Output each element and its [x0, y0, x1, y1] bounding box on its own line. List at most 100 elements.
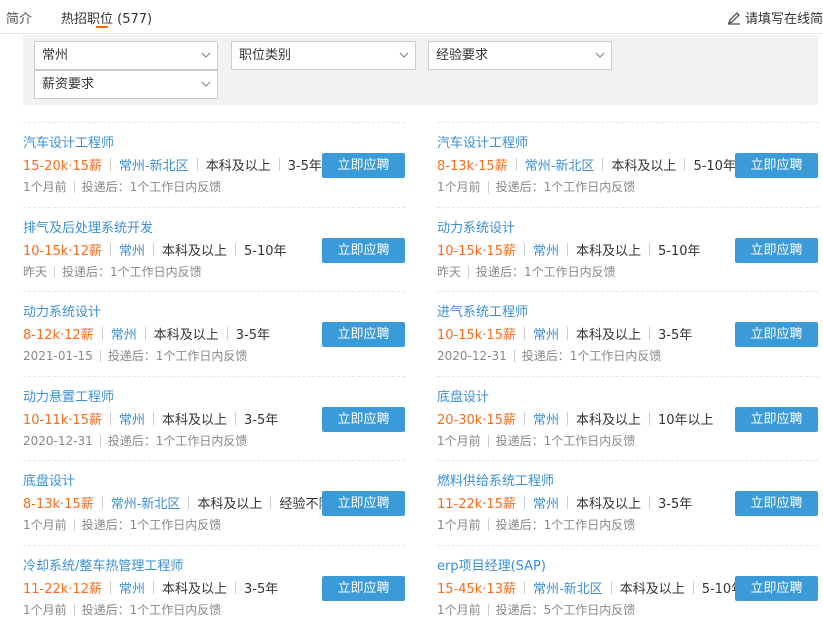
job-title[interactable]: 动力悬置工程师 [23, 386, 114, 405]
divider [109, 158, 111, 171]
experience-select[interactable]: 经验要求 [428, 41, 612, 70]
job-location[interactable]: 常州 [111, 324, 137, 343]
job-sub-info: 昨天 投递后： 1个工作日内反馈 [23, 263, 202, 280]
job-education: 本科及以上 [162, 413, 228, 428]
job-posted-time: 1个月前 [23, 603, 67, 617]
job-salary: 8-12k·12薪 [23, 328, 94, 343]
active-tab-indicator [96, 26, 108, 28]
divider [468, 265, 470, 278]
job-education: 本科及以上 [576, 328, 642, 343]
job-meta: 10-15k·15薪 常州 本科及以上 3-5年 [437, 324, 692, 343]
apply-button[interactable]: 立即应聘 [735, 322, 818, 347]
job-sub-info: 1个月前 投递后： 1个工作日内反馈 [437, 432, 635, 449]
job-sub-info: 1个月前 投递后： 1个工作日内反馈 [23, 516, 221, 533]
job-title[interactable]: 动力系统设计 [23, 301, 101, 320]
apply-button[interactable]: 立即应聘 [735, 238, 818, 263]
job-location[interactable]: 常州-新北区 [533, 578, 603, 597]
job-experience: 3-5年 [287, 159, 322, 174]
job-title[interactable]: 进气系统工程师 [437, 301, 528, 320]
job-feedback: 1个工作日内反馈 [129, 603, 222, 617]
job-title[interactable]: 动力系统设计 [437, 217, 515, 236]
job-meta: 10-15k·12薪 常州 本科及以上 5-10年 [23, 240, 287, 259]
tab-hot-jobs[interactable]: 热招职位 (577) [61, 8, 152, 27]
job-card: 冷却系统/整车热管理工程师 11-22k·12薪 常州 本科及以上 3-5年 1个月前 投递… [23, 545, 405, 618]
job-meta: 8-13k·15薪 常州-新北区 本科及以上 经验不限 [23, 493, 331, 512]
job-feedback-prefix: 投递后： [81, 518, 130, 532]
job-feedback-prefix: 投递后： [495, 518, 544, 532]
job-salary: 15-20k·15薪 [23, 159, 102, 174]
job-title[interactable]: 排气及后处理系统开发 [23, 217, 153, 236]
apply-button[interactable]: 立即应聘 [735, 576, 818, 601]
divider [73, 518, 75, 531]
job-card: 动力系统设计 10-15k·15薪 常州 本科及以上 5-10年 昨天 投递后： 1个工作日内… [437, 207, 818, 292]
job-feedback-prefix: 投递后： [521, 349, 570, 363]
job-location[interactable]: 常州 [119, 409, 145, 428]
job-posted-time: 1个月前 [437, 180, 481, 194]
divider [649, 412, 651, 425]
job-location[interactable]: 常州 [533, 240, 559, 259]
divider [487, 434, 489, 447]
apply-button[interactable]: 立即应聘 [322, 153, 405, 178]
job-education: 本科及以上 [205, 159, 271, 174]
job-meta: 11-22k·15薪 常州 本科及以上 3-5年 [437, 493, 692, 512]
job-education: 本科及以上 [162, 244, 228, 259]
apply-button[interactable]: 立即应聘 [322, 322, 405, 347]
job-feedback: 1个工作日内反馈 [524, 265, 616, 279]
tab-intro[interactable]: 简介 [6, 8, 32, 27]
job-location[interactable]: 常州-新北区 [525, 155, 595, 174]
divider [487, 603, 489, 616]
job-card: 动力系统设计 8-12k·12薪 常州 本科及以上 3-5年 2021-01-15 投递后：… [23, 291, 405, 376]
apply-button[interactable]: 立即应聘 [735, 491, 818, 516]
divider [487, 180, 489, 193]
job-location[interactable]: 常州 [119, 578, 145, 597]
divider [226, 327, 228, 340]
job-card: 汽车设计工程师 15-20k·15薪 常州-新北区 本科及以上 3-5年 1个月前 投递后：… [23, 122, 405, 207]
job-title[interactable]: 底盘设计 [23, 470, 75, 489]
divider [99, 434, 101, 447]
category-select-value: 职位类别 [239, 48, 292, 63]
divider [602, 158, 604, 171]
job-title[interactable]: 汽车设计工程师 [23, 132, 114, 151]
divider [515, 158, 517, 171]
job-title[interactable]: 冷却系统/整车热管理工程师 [23, 555, 183, 574]
divider [567, 327, 568, 340]
job-salary: 10-15k·15薪 [437, 328, 516, 343]
job-feedback-prefix: 投递后： [476, 265, 525, 279]
divider [144, 327, 146, 340]
job-location[interactable]: 常州 [119, 240, 145, 259]
divider [188, 496, 190, 509]
tab-hot-jobs-label: 热招职位 [61, 12, 114, 27]
apply-button[interactable]: 立即应聘 [322, 491, 405, 516]
job-title[interactable]: 燃料供给系统工程师 [437, 470, 554, 489]
job-sub-info: 1个月前 投递后： 5个工作日内反馈 [437, 601, 635, 618]
job-location[interactable]: 常州 [533, 493, 559, 512]
job-experience: 5-10年 [658, 244, 701, 259]
job-title[interactable]: 汽车设计工程师 [437, 132, 528, 151]
job-posted-time: 1个月前 [23, 180, 67, 194]
salary-select[interactable]: 薪资要求 [34, 70, 218, 99]
category-select[interactable]: 职位类别 [231, 41, 416, 70]
divider [513, 349, 515, 362]
job-feedback-prefix: 投递后： [495, 434, 544, 448]
job-salary: 8-13k·15薪 [23, 497, 94, 512]
apply-button[interactable]: 立即应聘 [322, 238, 405, 263]
job-location[interactable]: 常州 [533, 409, 559, 428]
job-title[interactable]: 底盘设计 [437, 386, 489, 405]
job-meta: 10-15k·15薪 常州 本科及以上 5-10年 [437, 240, 701, 259]
apply-button[interactable]: 立即应聘 [322, 576, 405, 601]
apply-button[interactable]: 立即应聘 [735, 153, 818, 178]
online-resume-link[interactable]: 请填写在线简 [727, 8, 823, 27]
divider [235, 581, 237, 594]
job-feedback: 5个工作日内反馈 [543, 603, 636, 617]
filter-panel: 常州 职位类别 经验要求 薪资要求 [23, 35, 818, 105]
job-card: 进气系统工程师 10-15k·15薪 常州 本科及以上 3-5年 2020-12-31 投递… [437, 291, 818, 376]
divider [649, 243, 651, 256]
apply-button[interactable]: 立即应聘 [735, 407, 818, 432]
job-location[interactable]: 常州-新北区 [119, 155, 189, 174]
city-select[interactable]: 常州 [34, 41, 218, 70]
job-location[interactable]: 常州-新北区 [111, 493, 181, 512]
job-location[interactable]: 常州 [533, 324, 559, 343]
apply-button[interactable]: 立即应聘 [322, 407, 405, 432]
online-resume-label: 请填写在线简 [744, 12, 823, 27]
job-title[interactable]: erp项目经理(SAP) [437, 555, 546, 574]
